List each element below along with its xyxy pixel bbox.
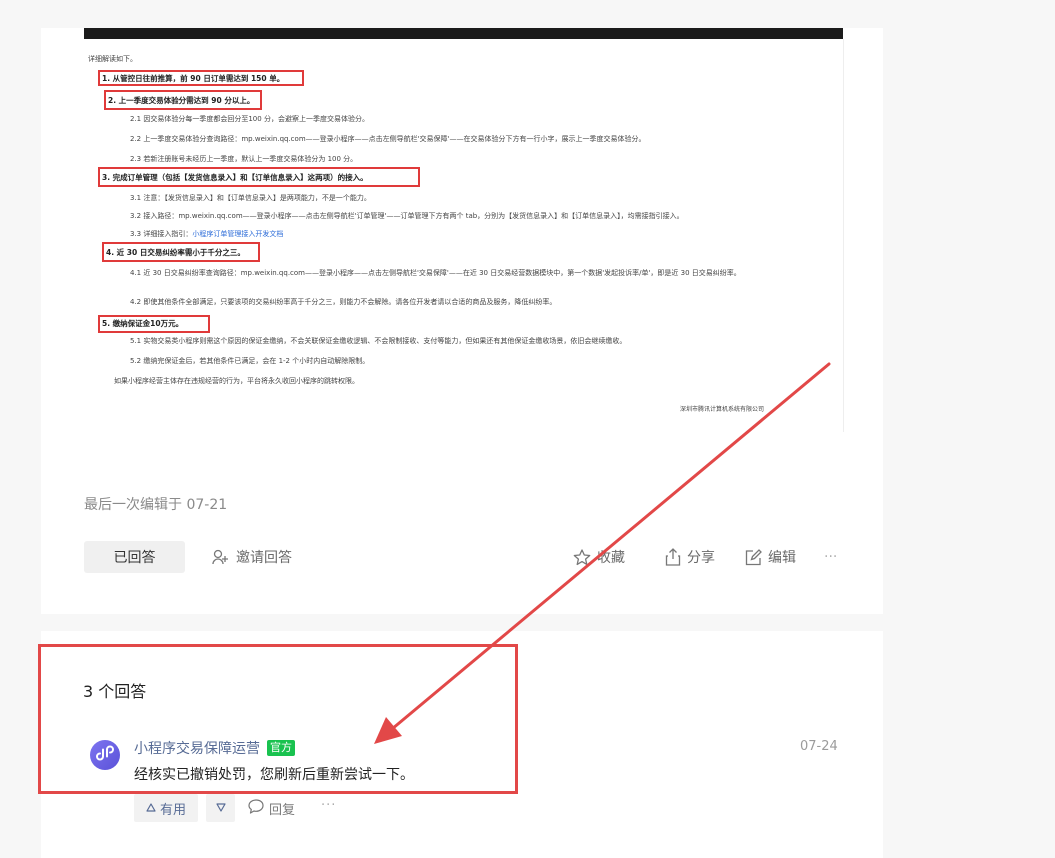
doc-sub-5-2: 5.2 缴纳完保证金后，若其他条件已满足，会在 1-2 个小时内自动解除限制。 bbox=[130, 357, 370, 365]
doc-sub-3-1: 3.1 注意：【发货信息录入】和【订单信息录入】是两项能力，不是一个能力。 bbox=[130, 194, 371, 202]
doc-sub-3-3: 3.3 详细接入指引：小程序订单管理接入开发文档 bbox=[130, 230, 283, 239]
thumbs-down-icon bbox=[215, 801, 226, 815]
edit-label: 编辑 bbox=[768, 550, 796, 566]
comment-icon bbox=[248, 798, 264, 818]
doc-dev-link[interactable]: 小程序订单管理接入开发文档 bbox=[192, 230, 283, 238]
last-edited-info: 最后一次编辑于 07-21 bbox=[84, 497, 228, 513]
answer-date: 07-24 bbox=[800, 739, 838, 754]
annotation-highlight-box bbox=[38, 644, 518, 794]
answer-more-button[interactable]: ··· bbox=[321, 798, 336, 813]
invite-icon bbox=[212, 549, 230, 565]
not-useful-button[interactable] bbox=[206, 794, 235, 822]
answered-button[interactable]: 已回答 bbox=[84, 541, 185, 573]
share-button[interactable]: 分享 bbox=[665, 546, 715, 568]
doc-highlight-2 bbox=[104, 90, 262, 110]
embedded-notice-image[interactable]: 详细解读如下。 1. 从管控日往前推算，前 90 日订单需达到 150 单。 2… bbox=[84, 39, 844, 432]
doc-highlight-4 bbox=[102, 242, 260, 262]
favorite-button[interactable]: 收藏 bbox=[573, 546, 625, 568]
reply-button[interactable]: 回复 bbox=[248, 798, 295, 818]
thumbs-up-icon bbox=[146, 801, 156, 816]
reply-label: 回复 bbox=[269, 802, 296, 818]
doc-sub-3-3-text: 3.3 详细接入指引： bbox=[130, 230, 193, 238]
doc-sub-3-2: 3.2 接入路径：mp.weixin.qq.com——登录小程序——点击左侧导航… bbox=[130, 212, 684, 220]
more-options-button[interactable]: ··· bbox=[824, 546, 837, 568]
share-icon bbox=[665, 548, 681, 566]
doc-sub-2-3: 2.3 若新注册账号未经历上一季度，默认上一季度交易体验分为 100 分。 bbox=[130, 155, 358, 163]
image-top-bar bbox=[84, 28, 843, 39]
edit-icon bbox=[745, 548, 762, 566]
doc-sub-2-1: 2.1 因交易体验分每一季度都会回分至100 分，会避察上一季度交易体验分。 bbox=[130, 115, 369, 123]
useful-label: 有用 bbox=[159, 802, 186, 818]
share-label: 分享 bbox=[687, 550, 715, 566]
doc-intro: 详细解读如下。 bbox=[88, 55, 137, 63]
useful-button[interactable]: 有用 bbox=[134, 794, 198, 822]
doc-signature: 深圳市腾讯计算机系统有限公司 bbox=[680, 406, 765, 413]
doc-highlight-5 bbox=[98, 315, 210, 333]
star-icon bbox=[573, 548, 591, 566]
doc-closing-note: 如果小程序经营主体存在违规经营的行为，平台将永久收回小程序的跳转权限。 bbox=[114, 377, 359, 385]
doc-highlight-3 bbox=[98, 167, 420, 187]
doc-highlight-1 bbox=[98, 70, 304, 86]
invite-answer-button[interactable]: 邀请回答 bbox=[212, 546, 292, 568]
edit-button[interactable]: 编辑 bbox=[745, 546, 796, 568]
doc-sub-2-2: 2.2 上一季度交易体验分查询路径：mp.weixin.qq.com——登录小程… bbox=[130, 135, 646, 143]
doc-sub-5-1: 5.1 实物交易类小程序则需这个原因的保证金缴纳，不会关联保证金缴收逻辑、不会限… bbox=[130, 337, 627, 345]
doc-sub-4-2: 4.2 即使其他条件全部满足，只要该项的交易纠纷率高于千分之三，则能力不会解除。… bbox=[130, 298, 557, 306]
invite-label: 邀请回答 bbox=[236, 550, 292, 566]
doc-sub-4-1: 4.1 近 30 日交易纠纷率查询路径：mp.weixin.qq.com——登录… bbox=[130, 269, 741, 277]
favorite-label: 收藏 bbox=[597, 550, 625, 566]
